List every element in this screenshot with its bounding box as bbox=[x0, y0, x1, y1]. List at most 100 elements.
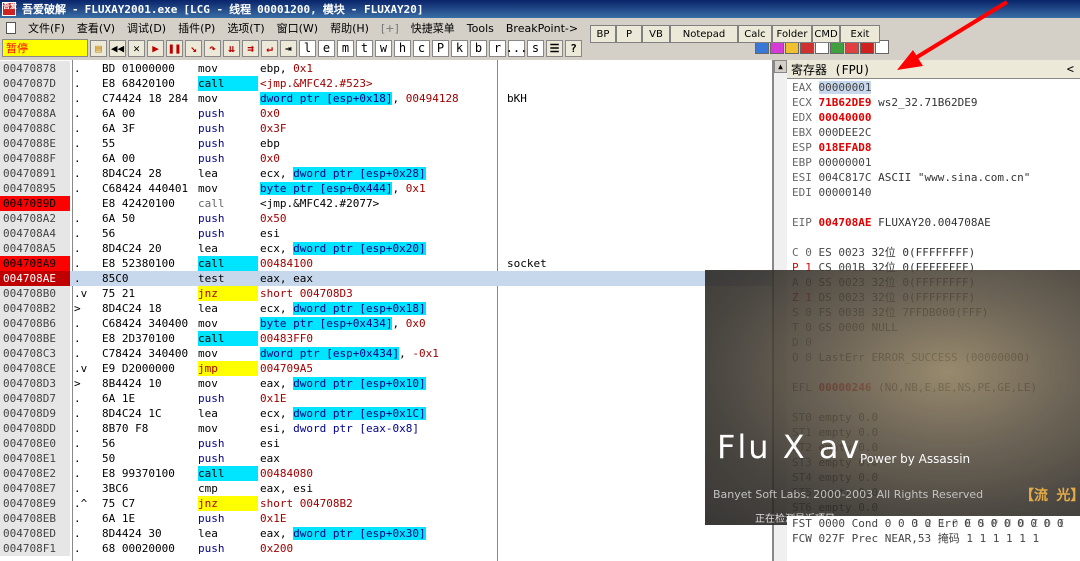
disasm-row[interactable]: 004708E0. 56 push esi bbox=[0, 436, 772, 451]
register-value[interactable]: 004708AE bbox=[819, 216, 872, 229]
open-icon[interactable]: ▤ bbox=[90, 39, 107, 57]
toolbar-log[interactable]: l bbox=[299, 39, 316, 57]
row-address[interactable]: 004708CE bbox=[0, 361, 70, 376]
row-address[interactable]: 004708C3 bbox=[0, 346, 70, 361]
row-address[interactable]: 0047088F bbox=[0, 151, 70, 166]
goto-icon[interactable]: ⇥ bbox=[280, 39, 297, 57]
row-address[interactable]: 004708B2 bbox=[0, 301, 70, 316]
toolbar-patches[interactable]: P bbox=[432, 39, 449, 57]
toolbar-memory[interactable]: m bbox=[337, 39, 354, 57]
row-address[interactable]: 004708A2 bbox=[0, 211, 70, 226]
menu-file[interactable]: 文件(F) bbox=[22, 20, 71, 36]
disasm-row[interactable]: 004708E9 .^ 75 C7 jnz short 004708B2 bbox=[0, 496, 772, 511]
disasm-row[interactable]: 004708B6. C68424 340400 mov byte ptr [esp+0… bbox=[0, 316, 772, 331]
row-address[interactable]: 00470891 bbox=[0, 166, 70, 181]
row-address[interactable]: 004708D7 bbox=[0, 391, 70, 406]
bp-button[interactable]: BP bbox=[590, 25, 616, 43]
p-button[interactable]: P bbox=[616, 25, 642, 43]
row-address[interactable]: 004708A5 bbox=[0, 241, 70, 256]
toolbar-run-trace[interactable]: ... bbox=[506, 39, 527, 57]
row-address[interactable]: 004708E7 bbox=[0, 481, 70, 496]
row-address[interactable]: 0047089D bbox=[0, 196, 70, 211]
register-value[interactable]: 00040000 bbox=[819, 111, 872, 124]
toolbar-references[interactable]: r bbox=[489, 39, 506, 57]
register-value[interactable]: 71B62DE9 bbox=[819, 96, 872, 109]
row-address[interactable]: 0047087D bbox=[0, 76, 70, 91]
disasm-row[interactable]: 004708D9. 8D4C24 1C lea ecx, dword ptr [esp… bbox=[0, 406, 772, 421]
registers-header[interactable]: 寄存器 (FPU) < bbox=[787, 60, 1080, 79]
restart-icon[interactable]: ◀◀ bbox=[109, 39, 126, 57]
toolbar-executable[interactable]: e bbox=[318, 39, 335, 57]
register-line[interactable]: EDI 00000140 bbox=[792, 185, 871, 200]
register-value[interactable]: 000DEE2C bbox=[819, 126, 872, 139]
disasm-row[interactable]: 004708EB. 6A 1E push 0x1E bbox=[0, 511, 772, 526]
row-address[interactable]: 004708A4 bbox=[0, 226, 70, 241]
vb-button[interactable]: VB bbox=[642, 25, 670, 43]
register-line[interactable]: EAX 00000001 bbox=[792, 80, 872, 95]
toolbar-cpu[interactable]: c bbox=[413, 39, 430, 57]
register-value[interactable]: 00000140 bbox=[819, 186, 872, 199]
disasm-row[interactable]: 0047088F. 6A 00 push 0x0 bbox=[0, 151, 772, 166]
cmd-button[interactable]: CMD bbox=[812, 25, 840, 43]
disasm-row[interactable]: 004708B0 .v 75 21 jnz short 004708D3 bbox=[0, 286, 772, 301]
row-address[interactable]: 004708DD bbox=[0, 421, 70, 436]
register-line[interactable]: ECX 71B62DE9 ws2_32.71B62DE9 bbox=[792, 95, 977, 110]
disasm-row[interactable]: 004708A4. 56 push esi bbox=[0, 226, 772, 241]
help-icon[interactable]: ? bbox=[565, 39, 582, 57]
menu-options[interactable]: 选项(T) bbox=[221, 20, 270, 36]
row-address[interactable]: 004708A9 bbox=[0, 256, 70, 271]
menu-breakpoint[interactable]: BreakPoint-> bbox=[500, 22, 584, 35]
row-address[interactable]: 00470895 bbox=[0, 181, 70, 196]
disasm-row[interactable]: 004708C3. C78424 340400 mov dword ptr [esp+… bbox=[0, 346, 772, 361]
disasm-row[interactable]: 004708DD. 8B70 F8 mov esi, dword ptr [eax-0… bbox=[0, 421, 772, 436]
register-value[interactable]: 00000001 bbox=[819, 156, 872, 169]
menu-help[interactable]: 帮助(H) bbox=[324, 20, 375, 36]
disasm-row[interactable]: 00470878. BD 01000000 mov ebp, 0x1 bbox=[0, 61, 772, 76]
row-address[interactable]: 004708D9 bbox=[0, 406, 70, 421]
register-value[interactable]: 00000001 bbox=[818, 81, 872, 94]
disasm-row[interactable]: 004708BE. E8 2D370100 call 00483FF0 bbox=[0, 331, 772, 346]
disasm-row[interactable]: 004708D3 >8B4424 10 mov eax, dword ptr [esp… bbox=[0, 376, 772, 391]
row-address[interactable]: 004708F1 bbox=[0, 541, 70, 556]
register-line[interactable]: EDX 00040000 bbox=[792, 110, 871, 125]
row-address[interactable]: 004708D3 bbox=[0, 376, 70, 391]
list-icon[interactable]: ☰ bbox=[546, 39, 563, 57]
disasm-row[interactable]: 004708D7. 6A 1E push 0x1E bbox=[0, 391, 772, 406]
disasm-row[interactable]: 004708B2 >8D4C24 18 lea ecx, dword ptr [esp… bbox=[0, 301, 772, 316]
menu-view[interactable]: 查看(V) bbox=[71, 20, 121, 36]
toolbar-breakpoints[interactable]: b bbox=[470, 39, 487, 57]
register-value[interactable]: 004C817C bbox=[819, 171, 872, 184]
menu-debug[interactable]: 调试(D) bbox=[121, 20, 172, 36]
row-address[interactable]: 00470882 bbox=[0, 91, 70, 106]
folder-button[interactable]: Folder bbox=[772, 25, 812, 43]
trace-over-icon[interactable]: ⇉ bbox=[242, 39, 259, 57]
register-line[interactable]: EBX 000DEE2C bbox=[792, 125, 871, 140]
disasm-row[interactable]: 00470891. 8D4C24 28 lea ecx, dword ptr [esp… bbox=[0, 166, 772, 181]
disasm-row[interactable]: 004708E2. E8 99370100 call 00484080 bbox=[0, 466, 772, 481]
toolbar-source[interactable]: s bbox=[527, 39, 544, 57]
menu-plugins[interactable]: 插件(P) bbox=[172, 20, 221, 36]
row-address[interactable]: 00470878 bbox=[0, 61, 70, 76]
toolbar-threads[interactable]: t bbox=[356, 39, 373, 57]
disasm-row[interactable]: 0047088C. 6A 3F push 0x3F bbox=[0, 121, 772, 136]
row-address[interactable]: 0047088E bbox=[0, 136, 70, 151]
run-icon[interactable]: ▶ bbox=[147, 39, 164, 57]
menu-window[interactable]: 窗口(W) bbox=[271, 20, 324, 36]
row-address[interactable]: 004708EB bbox=[0, 511, 70, 526]
toolbar-callstack[interactable]: k bbox=[451, 39, 468, 57]
menu-tools[interactable]: Tools bbox=[461, 22, 500, 35]
row-address[interactable]: 004708E9 bbox=[0, 496, 70, 511]
row-address[interactable]: 0047088A bbox=[0, 106, 70, 121]
trace-into-icon[interactable]: ⇊ bbox=[223, 39, 240, 57]
disasm-row[interactable]: 0047088E. 55 push ebp bbox=[0, 136, 772, 151]
disasm-row[interactable]: 0047087D. E8 68420100 call <jmp.&MFC42.#523… bbox=[0, 76, 772, 91]
row-address[interactable]: 004708B0 bbox=[0, 286, 70, 301]
disasm-row[interactable]: 004708A2. 6A 50 push 0x50 bbox=[0, 211, 772, 226]
disassembly-pane[interactable]: 00470878. BD 01000000 mov ebp, 0x1 0047087D.… bbox=[0, 60, 773, 561]
disasm-row[interactable]: 0047089D E8 42420100 call <jmp.&MFC42.#2077… bbox=[0, 196, 772, 211]
row-address[interactable]: 004708B6 bbox=[0, 316, 70, 331]
register-line[interactable]: C 0 ES 0023 32位 0(FFFFFFFF) bbox=[792, 245, 975, 260]
step-over-icon[interactable]: ↷ bbox=[204, 39, 221, 57]
row-address[interactable]: 004708E0 bbox=[0, 436, 70, 451]
register-line[interactable]: ESP 018EFAD8 bbox=[792, 140, 871, 155]
